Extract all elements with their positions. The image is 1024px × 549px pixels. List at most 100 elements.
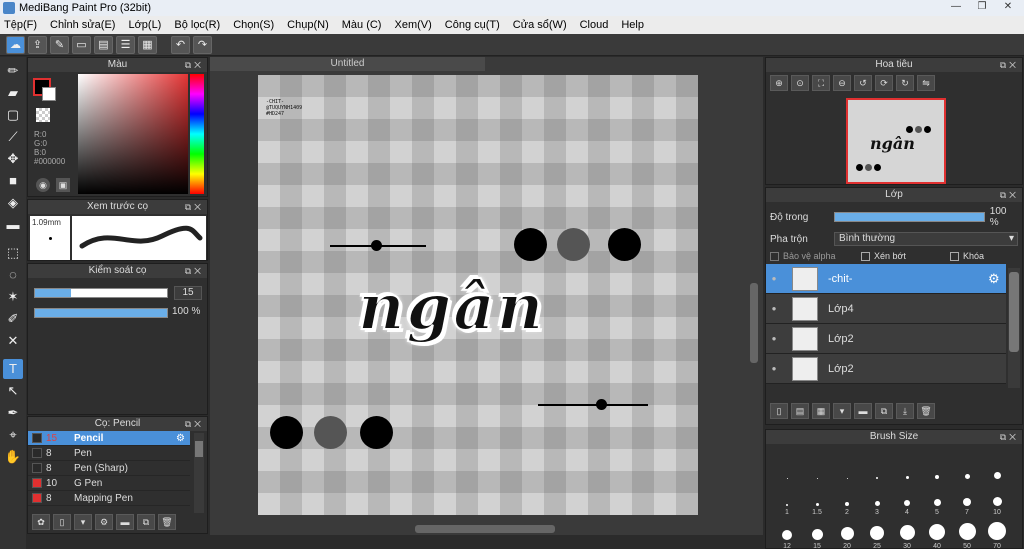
fill-rect-tool-icon[interactable]: ■ — [3, 171, 23, 191]
rect-tool-icon[interactable]: ▢ — [3, 105, 23, 125]
brush-size-option[interactable]: 3 — [862, 482, 892, 516]
gear-icon[interactable]: ⚙ — [988, 271, 1006, 287]
close-button[interactable]: ✕ — [996, 0, 1020, 14]
brush-tool-icon[interactable]: ✏ — [3, 61, 23, 81]
eyedropper-icon[interactable]: ⌖ — [3, 425, 23, 445]
canvas-vertical-scrollbar[interactable] — [749, 73, 759, 523]
menu-edit[interactable]: Chỉnh sửa(E) — [50, 19, 115, 31]
brush-size-option[interactable]: 15 — [802, 516, 832, 548]
menu-cloud[interactable]: Cloud — [580, 19, 609, 31]
menu-view[interactable]: Xem(V) — [394, 19, 431, 31]
brush-size-option[interactable]: 1 — [772, 482, 802, 516]
menu-filter[interactable]: Bộ lọc(R) — [174, 19, 220, 31]
duplicate-brush-icon[interactable]: ⧉ — [137, 514, 155, 530]
brush-size-option[interactable]: 5 — [922, 482, 952, 516]
brush-size-option[interactable] — [802, 448, 832, 482]
brush-size-option[interactable]: 7 — [952, 482, 982, 516]
page-icon[interactable]: ▤ — [94, 35, 113, 54]
zoom-in-icon[interactable]: ⊕ — [770, 75, 788, 91]
add-brush-icon[interactable]: ✿ — [32, 514, 50, 530]
canvas-horizontal-scrollbar[interactable] — [210, 523, 763, 535]
layer-list-scrollbar[interactable] — [1008, 268, 1020, 388]
brush-size-option[interactable]: 10 — [982, 482, 1012, 516]
brush-folder-icon[interactable]: ▬ — [116, 514, 134, 530]
brush-item[interactable]: 8 Mapping Pen — [28, 491, 190, 506]
navigator-thumbnail[interactable]: ngân — [846, 98, 946, 184]
brush-opacity-slider[interactable] — [34, 308, 168, 318]
brush-list-scrollbar[interactable] — [194, 433, 204, 513]
brush-size-slider[interactable] — [34, 288, 168, 298]
brush-size-option[interactable]: 4 — [892, 482, 922, 516]
panel-icon[interactable]: ▭ — [72, 35, 91, 54]
layer-opacity-slider[interactable] — [833, 212, 985, 222]
brush-size-option[interactable] — [922, 448, 952, 482]
brush-size-option[interactable]: 20 — [832, 516, 862, 548]
brush-size-option[interactable] — [862, 448, 892, 482]
visibility-icon[interactable]: ● — [766, 274, 782, 283]
color-mode-icon[interactable]: ▣ — [56, 178, 70, 192]
palette-icon[interactable]: ◉ — [36, 178, 50, 192]
new-8bit-layer-icon[interactable]: ▦ — [812, 403, 830, 419]
brush-size-option[interactable]: 1.5 — [802, 482, 832, 516]
new-layer-icon[interactable]: ▯ — [770, 403, 788, 419]
undo-icon[interactable]: ↶ — [171, 35, 190, 54]
layer-item[interactable]: ● Lớp2 — [766, 324, 1006, 354]
zoom-out-icon[interactable]: ⊖ — [833, 75, 851, 91]
visibility-icon[interactable]: ● — [766, 364, 782, 373]
lasso-tool-icon[interactable]: ◌ — [3, 265, 23, 285]
color-saturation-picker[interactable] — [78, 74, 188, 194]
eraser-tool-icon[interactable]: ▰ — [3, 83, 23, 103]
delete-brush-icon[interactable]: 🗑 — [158, 514, 176, 530]
secondary-color-swatch[interactable] — [42, 87, 56, 101]
layer-folder-icon[interactable]: ▬ — [854, 403, 872, 419]
new-halftone-layer-icon[interactable]: ▤ — [791, 403, 809, 419]
hand-tool-icon[interactable]: ✋ — [3, 447, 23, 467]
brush-item[interactable]: 8 Pen (Sharp) — [28, 461, 190, 476]
menu-file[interactable]: Tệp(F) — [4, 19, 37, 31]
brush-menu-icon[interactable]: ▾ — [74, 514, 92, 530]
gear-icon[interactable]: ⚙ — [176, 433, 190, 444]
gradient-tool-icon[interactable]: ▬ — [3, 215, 23, 235]
menu-color[interactable]: Màu (C) — [342, 19, 382, 31]
brush-size-option[interactable] — [982, 448, 1012, 482]
maximize-button[interactable]: ❐ — [970, 0, 994, 14]
protect-alpha-checkbox[interactable] — [770, 251, 779, 261]
brush-size-option[interactable]: 2 — [832, 482, 862, 516]
list-icon[interactable]: ☰ — [116, 35, 135, 54]
divide-tool-icon[interactable]: ✒ — [3, 403, 23, 423]
brush-item[interactable]: 15 Pencil ⚙ — [28, 431, 190, 446]
brush-size-value[interactable]: 15 — [174, 286, 202, 300]
menu-tools[interactable]: Công cụ(T) — [445, 19, 500, 31]
blend-mode-select[interactable]: Bình thường ▾ — [834, 232, 1018, 246]
brush-size-option[interactable] — [772, 448, 802, 482]
brush-size-option[interactable]: 30 — [892, 516, 922, 548]
magic-wand-icon[interactable]: ✶ — [3, 287, 23, 307]
minimize-button[interactable]: — — [944, 0, 968, 14]
brush-size-option[interactable] — [832, 448, 862, 482]
layer-item[interactable]: ● Lớp4 — [766, 294, 1006, 324]
redo-icon[interactable]: ↷ — [193, 35, 212, 54]
brush-size-option[interactable]: 40 — [922, 516, 952, 548]
share-icon[interactable]: ⇪ — [28, 35, 47, 54]
brush-size-option[interactable]: 50 — [952, 516, 982, 548]
menu-select[interactable]: Chọn(S) — [233, 19, 274, 31]
brush-settings-icon[interactable]: ⚙ — [95, 514, 113, 530]
comment-icon[interactable]: ✎ — [50, 35, 69, 54]
flip-icon[interactable]: ⇋ — [917, 75, 935, 91]
move-tool-icon[interactable]: ✥ — [3, 149, 23, 169]
hue-slider[interactable] — [190, 74, 204, 194]
cloud-icon[interactable]: ☁ — [6, 35, 25, 54]
transparent-swatch[interactable] — [36, 108, 50, 122]
canvas-paper[interactable]: -CHIT- @TUQUYNH1409 #HD247 ngân — [258, 75, 698, 515]
bucket-tool-icon[interactable]: ◈ — [3, 193, 23, 213]
duplicate-layer-icon[interactable]: ⧉ — [875, 403, 893, 419]
brush-size-option[interactable] — [892, 448, 922, 482]
select-tool-icon[interactable]: ⬚ — [3, 243, 23, 263]
layer-item[interactable]: ● -chit- ⚙ — [766, 264, 1006, 294]
clipping-checkbox[interactable] — [861, 251, 870, 261]
menu-help[interactable]: Help — [621, 19, 644, 31]
merge-layer-icon[interactable]: ⤓ — [896, 403, 914, 419]
menu-layer[interactable]: Lớp(L) — [128, 19, 161, 31]
text-tool-icon[interactable]: T — [3, 359, 23, 379]
brush-size-option[interactable]: 25 — [862, 516, 892, 548]
